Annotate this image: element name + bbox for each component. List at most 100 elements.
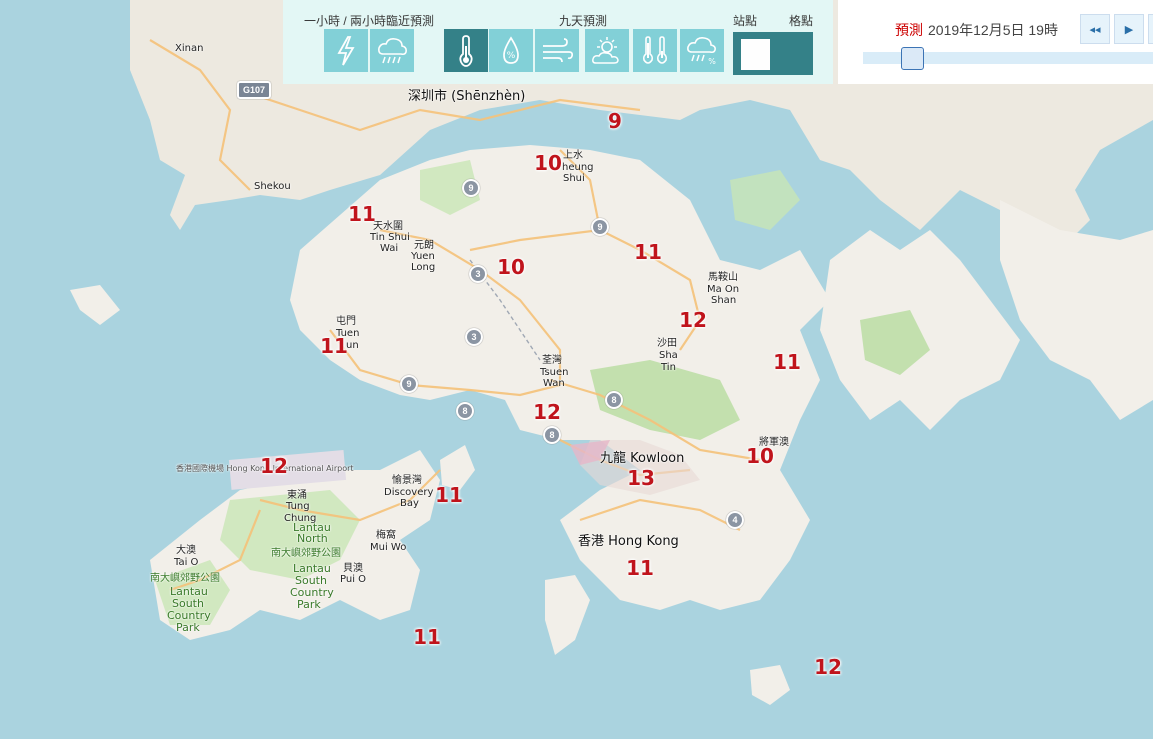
temperature-label[interactable]: 11 — [634, 240, 662, 264]
step-forward-button[interactable] — [1148, 14, 1153, 44]
lightning-icon — [337, 35, 355, 65]
place-label-sha-tin-zh: 沙田 — [657, 338, 677, 349]
weather-button[interactable] — [585, 29, 629, 72]
max-min-temperature-icon — [642, 35, 668, 64]
place-label-tsuen-wan-2: Wan — [543, 378, 565, 389]
place-label-yuen-long-2: Long — [411, 262, 436, 273]
place-label-pui-o-zh: 貝澳 — [343, 563, 363, 574]
temperature-label[interactable]: 11 — [773, 350, 801, 374]
place-label-lantau-north-zh: 南大嶼郊野公園 — [271, 548, 341, 559]
temperature-label[interactable]: 11 — [626, 556, 654, 580]
place-label-south-lantau-park-2: South — [172, 597, 204, 610]
time-control-panel: 預測 2019年12月5日 19時 ◂◂ ▶ — [838, 0, 1153, 84]
place-label-discovery-bay-zh: 愉景灣 — [392, 475, 422, 486]
place-label-yuen-long-zh: 元朗 — [414, 240, 434, 251]
temperature-label[interactable]: 11 — [435, 483, 463, 507]
forecast-label: 預測 — [895, 22, 923, 38]
forecast-datetime: 2019年12月5日 19時 — [928, 22, 1058, 38]
route-shield: 9 — [591, 218, 609, 236]
temperature-label[interactable]: 12 — [533, 400, 561, 424]
station-label: 站點 — [733, 14, 758, 28]
step-back-button[interactable]: ◂◂ — [1080, 14, 1110, 44]
svg-text:%: % — [708, 57, 716, 66]
time-slider-handle[interactable] — [901, 47, 924, 70]
max-min-temperature-button[interactable] — [633, 29, 677, 72]
place-label-mui-wo-zh: 梅窩 — [376, 530, 396, 541]
place-label-ma-on-shan-2: Shan — [711, 295, 737, 306]
route-shield: 9 — [462, 179, 480, 197]
place-label-south-lantau-park-1: Lantau — [170, 585, 208, 598]
place-label-hong-kong: 香港 Hong Kong — [578, 534, 679, 549]
place-label-tai-o-zh: 大澳 — [176, 545, 196, 556]
place-label-sheung-shui-1: heung — [562, 162, 594, 173]
place-label-ma-on-shan-1: Ma On — [707, 284, 740, 295]
place-label-mui-wo: Mui Wo — [370, 542, 407, 553]
wind-button[interactable] — [535, 29, 579, 72]
humidity-icon: % — [503, 35, 519, 64]
temperature-label[interactable]: 10 — [746, 444, 774, 468]
route-shield: 3 — [469, 265, 487, 283]
temperature-label[interactable]: 11 — [413, 625, 441, 649]
humidity-button[interactable]: % — [489, 29, 533, 72]
place-label-tuen-mun-zh: 屯門 — [336, 316, 356, 327]
place-label-kowloon: 九龍 Kowloon — [600, 451, 685, 466]
forecast-toolbar: 一小時 / 兩小時臨近預測 九天預測 站點 格點 % % — [283, 0, 833, 84]
place-label-tin-shui-wai-1: Tin Shui — [370, 232, 410, 243]
place-label-discovery-bay-1: Discovery — [384, 487, 434, 498]
place-label-ma-on-shan-zh: 馬鞍山 — [708, 272, 738, 283]
temperature-label[interactable]: 11 — [348, 202, 376, 226]
place-label-lantau-south-3: Country — [290, 586, 334, 599]
wind-icon — [543, 37, 574, 62]
rain-probability-button[interactable]: % — [680, 29, 724, 72]
route-shield-g107: G107 — [237, 81, 271, 99]
lightning-button[interactable] — [324, 29, 368, 72]
rain-probability-icon: % — [687, 36, 716, 66]
place-label-tai-o: Tai O — [174, 557, 199, 568]
sun-cloud-icon — [592, 36, 619, 64]
nowcast-group-label: 一小時 / 兩小時臨近預測 — [304, 14, 435, 28]
place-label-sha-tin-1: Sha — [659, 350, 678, 361]
rain-button[interactable] — [370, 29, 414, 72]
station-grid-toggle[interactable] — [733, 32, 813, 75]
place-label-tin-shui-wai-zh: 天水圍 — [373, 221, 403, 232]
place-label-south-lantau-park-zh: 南大嶼郊野公園 — [150, 573, 220, 584]
place-label-shekou: Shekou — [254, 181, 291, 192]
place-label-pui-o: Pui O — [340, 574, 367, 585]
play-button[interactable]: ▶ — [1114, 14, 1144, 44]
temperature-label[interactable]: 9 — [608, 109, 622, 133]
route-shield: 8 — [605, 391, 623, 409]
temperature-label[interactable]: 12 — [260, 454, 288, 478]
place-label-lantau-north-2: North — [297, 532, 328, 545]
place-label-lantau-south-4: Park — [297, 598, 321, 611]
temperature-label[interactable]: 13 — [627, 466, 655, 490]
temperature-label[interactable]: 10 — [497, 255, 525, 279]
place-label-tung-chung-1: Tung — [286, 501, 310, 512]
rain-cloud-icon — [378, 37, 407, 63]
place-label-sheung-shui-zh: 上水 — [563, 150, 583, 161]
place-label-xinan: Xinan — [175, 43, 204, 54]
temperature-label[interactable]: 12 — [679, 308, 707, 332]
place-label-tin-shui-wai-2: Wai — [380, 243, 399, 254]
temperature-button[interactable] — [444, 29, 488, 72]
place-label-lantau-south-2: South — [295, 574, 327, 587]
place-label-tung-chung-zh: 東涌 — [287, 490, 307, 501]
place-label-shenzhen: 深圳市 (Shēnzhèn) — [408, 89, 526, 104]
route-shield: 3 — [465, 328, 483, 346]
place-label-lantau-south-1: Lantau — [293, 562, 331, 575]
place-label-tsuen-wan-1: Tsuen — [540, 367, 569, 378]
nineday-group-label: 九天預測 — [559, 14, 608, 28]
route-shield: 8 — [543, 426, 561, 444]
temperature-label[interactable]: 11 — [320, 334, 348, 358]
temperature-label[interactable]: 10 — [534, 151, 562, 175]
thermometer-icon — [459, 34, 473, 67]
route-shield: 4 — [726, 511, 744, 529]
route-shield: 8 — [456, 402, 474, 420]
place-label-sheung-shui-2: Shui — [563, 173, 585, 184]
map-canvas[interactable] — [0, 0, 1153, 739]
grid-label: 格點 — [789, 14, 814, 28]
place-label-sha-tin-2: Tin — [661, 362, 676, 373]
temperature-label[interactable]: 12 — [814, 655, 842, 679]
route-shield: 9 — [400, 375, 418, 393]
place-label-yuen-long-1: Yuen — [411, 251, 435, 262]
place-label-discovery-bay-2: Bay — [400, 498, 419, 509]
